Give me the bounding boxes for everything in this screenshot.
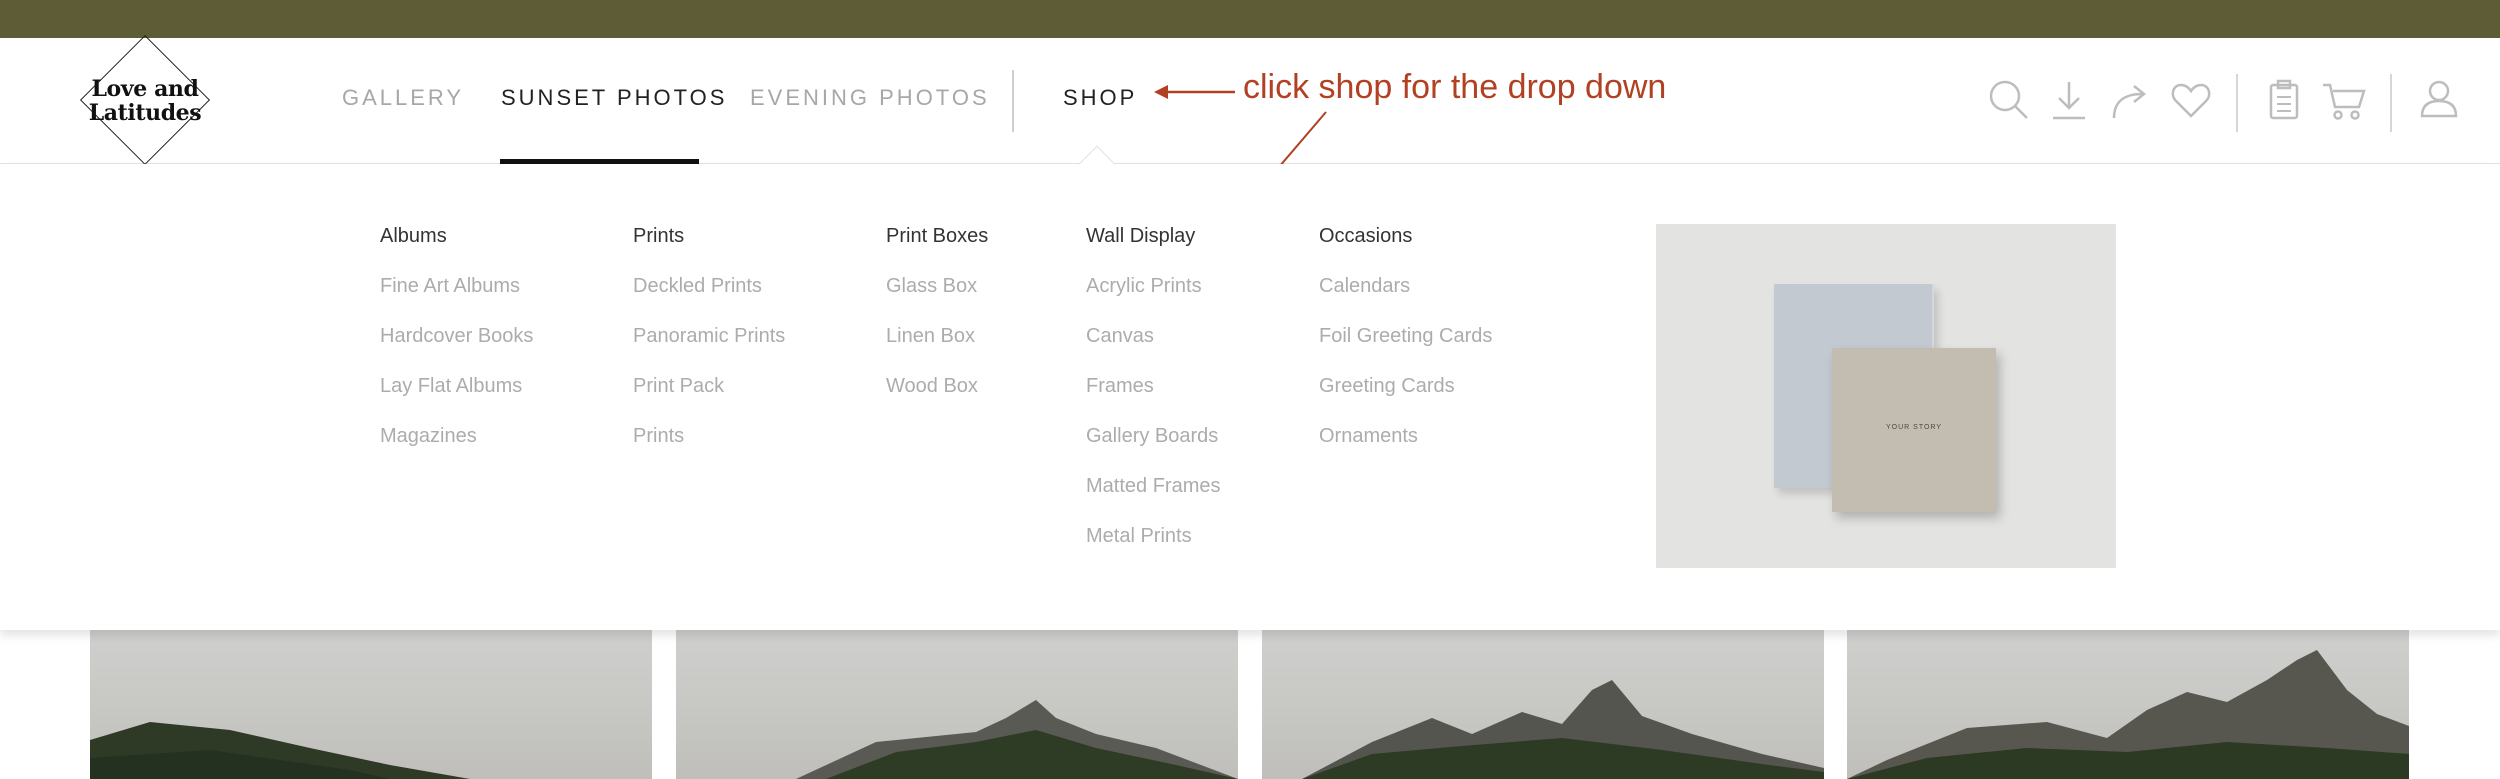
announcement-bar (0, 0, 2500, 38)
menu-item-deckled-prints[interactable]: Deckled Prints (633, 274, 785, 324)
photo-thumbnail[interactable] (90, 630, 652, 779)
menu-item-linen-box[interactable]: Linen Box (886, 324, 988, 374)
menu-item-panoramic-prints[interactable]: Panoramic Prints (633, 324, 785, 374)
menu-item-wood-box[interactable]: Wood Box (886, 374, 988, 424)
menu-item-metal-prints[interactable]: Metal Prints (1086, 524, 1220, 574)
download-icon[interactable] (2045, 76, 2093, 124)
menu-heading-print-boxes[interactable]: Print Boxes (886, 224, 988, 274)
icon-separator (2236, 74, 2238, 132)
photo-thumbnail[interactable] (1847, 630, 2409, 779)
album-front-cover: YOUR STORY (1832, 348, 1996, 512)
logo-line-1: Love and (91, 76, 199, 102)
menu-item-frames[interactable]: Frames (1086, 374, 1220, 424)
menu-column-occasions: Occasions Calendars Foil Greeting Cards … (1319, 224, 1492, 474)
share-icon[interactable] (2106, 76, 2154, 124)
photo-thumbnail[interactable] (676, 630, 1238, 779)
menu-item-hardcover-books[interactable]: Hardcover Books (380, 324, 533, 374)
logo-text: Love and Latitudes (71, 77, 219, 125)
user-icon[interactable] (2415, 76, 2463, 124)
menu-column-print-boxes: Print Boxes Glass Box Linen Box Wood Box (886, 224, 988, 424)
menu-item-acrylic-prints[interactable]: Acrylic Prints (1086, 274, 1220, 324)
menu-item-magazines[interactable]: Magazines (380, 424, 533, 474)
menu-item-glass-box[interactable]: Glass Box (886, 274, 988, 324)
menu-heading-albums[interactable]: Albums (380, 224, 533, 274)
menu-item-greeting-cards[interactable]: Greeting Cards (1319, 374, 1492, 424)
menu-item-calendars[interactable]: Calendars (1319, 274, 1492, 324)
menu-item-matted-frames[interactable]: Matted Frames (1086, 474, 1220, 524)
icon-separator (2390, 74, 2392, 132)
photo-thumbnail[interactable] (1262, 630, 1824, 779)
cart-icon[interactable] (2320, 76, 2368, 124)
menu-item-canvas[interactable]: Canvas (1086, 324, 1220, 374)
menu-item-prints[interactable]: Prints (633, 424, 785, 474)
menu-heading-wall-display[interactable]: Wall Display (1086, 224, 1220, 274)
menu-item-gallery-boards[interactable]: Gallery Boards (1086, 424, 1220, 474)
menu-item-ornaments[interactable]: Ornaments (1319, 424, 1492, 474)
menu-item-lay-flat-albums[interactable]: Lay Flat Albums (380, 374, 533, 424)
annotation-text: click shop for the drop down (1243, 68, 1667, 106)
nav-divider (1012, 70, 1014, 132)
nav-shop[interactable]: SHOP (1063, 85, 1137, 111)
nav-evening-photos[interactable]: EVENING PHOTOS (750, 85, 990, 111)
menu-column-prints: Prints Deckled Prints Panoramic Prints P… (633, 224, 785, 474)
promo-image[interactable]: YOUR STORY (1656, 224, 2116, 568)
site-header: Love and Latitudes GALLERY SUNSET PHOTOS… (0, 34, 2500, 166)
nav-gallery[interactable]: GALLERY (342, 85, 464, 111)
shop-dropdown-menu: Albums Fine Art Albums Hardcover Books L… (0, 164, 2500, 630)
heart-icon[interactable] (2167, 76, 2215, 124)
menu-heading-prints[interactable]: Prints (633, 224, 785, 274)
clipboard-icon[interactable] (2260, 76, 2308, 124)
menu-item-print-pack[interactable]: Print Pack (633, 374, 785, 424)
menu-column-wall-display: Wall Display Acrylic Prints Canvas Frame… (1086, 224, 1220, 574)
menu-column-albums: Albums Fine Art Albums Hardcover Books L… (380, 224, 533, 474)
nav-sunset-photos[interactable]: SUNSET PHOTOS (501, 85, 727, 111)
menu-item-fine-art-albums[interactable]: Fine Art Albums (380, 274, 533, 324)
menu-heading-occasions[interactable]: Occasions (1319, 224, 1492, 274)
search-icon[interactable] (1985, 76, 2033, 124)
photo-grid (0, 630, 2500, 779)
logo[interactable]: Love and Latitudes (71, 34, 219, 166)
menu-item-foil-greeting-cards[interactable]: Foil Greeting Cards (1319, 324, 1492, 374)
album-cover-title: YOUR STORY (1885, 424, 1943, 431)
logo-line-2: Latitudes (88, 100, 202, 126)
